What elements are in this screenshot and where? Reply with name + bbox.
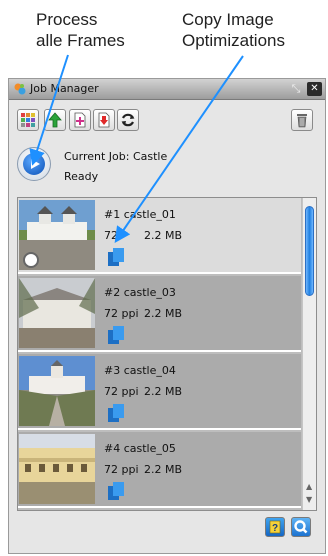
quick-search-button[interactable] (291, 517, 311, 537)
help-button[interactable]: ? (265, 517, 285, 537)
annotation-copy-line2: Optimizations (182, 31, 285, 50)
download-doc-icon (98, 112, 110, 128)
copy-optimizations-icon[interactable] (108, 482, 124, 500)
play-button[interactable] (17, 147, 51, 181)
annotation-process-line2: alle Frames (36, 31, 125, 50)
panel-titlebar: Job Manager ⤡ ✕ (9, 79, 325, 100)
add-doc-icon (74, 112, 86, 128)
trash-button[interactable] (291, 109, 313, 131)
frame-size: 2.2 MB (144, 229, 183, 242)
frame-ppi: 72 ppi (104, 463, 139, 476)
thumbnail-castle-05 (19, 434, 95, 504)
magnifier-icon (294, 520, 308, 534)
svg-text:?: ? (272, 523, 278, 534)
close-icon[interactable]: ✕ (307, 82, 322, 96)
scrollbar-thumb[interactable] (305, 206, 314, 296)
list-item[interactable]: #3 castle_04 72 ppi 2.2 MB (18, 354, 301, 430)
annotation-copy-line1: Copy Image (182, 10, 274, 29)
refresh-button[interactable] (117, 109, 139, 131)
list-item[interactable]: #2 castle_03 72 ppi 2.2 MB (18, 276, 301, 352)
collapse-icon[interactable]: ⤡ (289, 82, 303, 96)
frame-size: 2.2 MB (144, 463, 183, 476)
frame-name: #1 castle_01 (104, 208, 176, 221)
thumbnail-castle-04 (19, 356, 95, 426)
add-document-button[interactable] (69, 109, 91, 131)
frame-list[interactable]: #1 castle_01 72 2.2 MB #2 castle_03 72 p… (17, 197, 317, 511)
thumbnail-castle-01 (19, 200, 95, 270)
list-item[interactable]: #4 castle_05 72 ppi 2.2 MB (18, 432, 301, 508)
frame-size: 2.2 MB (144, 307, 183, 320)
frame-ppi: 72 ppi (104, 385, 139, 398)
annotation-copy: Copy Image Optimizations (182, 9, 285, 51)
frame-ppi: 72 (104, 229, 118, 242)
frame-ppi: 72 ppi (104, 307, 139, 320)
app-logo-icon (14, 83, 26, 95)
frame-name: #3 castle_04 (104, 364, 176, 377)
annotation-process-line1: Process (36, 10, 98, 29)
copy-optimizations-icon[interactable] (108, 326, 124, 344)
green-arrow-up-icon (48, 112, 62, 128)
frame-size: 2.2 MB (144, 385, 183, 398)
download-document-button[interactable] (93, 109, 115, 131)
annotation-process: Process alle Frames (36, 9, 125, 51)
play-icon (23, 153, 45, 175)
trash-icon (297, 114, 307, 128)
refresh-icon (121, 113, 135, 127)
panel-title: Job Manager (30, 82, 99, 95)
list-scrollbar[interactable]: ▲ ▼ (302, 198, 316, 510)
frame-name: #2 castle_03 (104, 286, 176, 299)
help-doc-icon: ? (269, 520, 281, 534)
scroll-down-arrow-icon[interactable]: ▼ (306, 495, 312, 504)
scroll-up-arrow-icon[interactable]: ▲ (306, 482, 312, 491)
current-job-label: Current Job: Castle (64, 150, 168, 163)
list-item[interactable]: #1 castle_01 72 2.2 MB (18, 198, 301, 274)
job-manager-panel: Job Manager ⤡ ✕ Current Job: Castle Read… (8, 78, 326, 554)
copy-optimizations-icon[interactable] (108, 404, 124, 422)
thumbnail-castle-03 (19, 278, 95, 348)
copy-optimizations-icon[interactable] (108, 248, 124, 266)
job-status: Ready (64, 170, 99, 183)
process-all-button[interactable] (44, 109, 66, 131)
grid-button[interactable] (17, 109, 39, 131)
grid-icon (21, 113, 35, 127)
frame-name: #4 castle_05 (104, 442, 176, 455)
